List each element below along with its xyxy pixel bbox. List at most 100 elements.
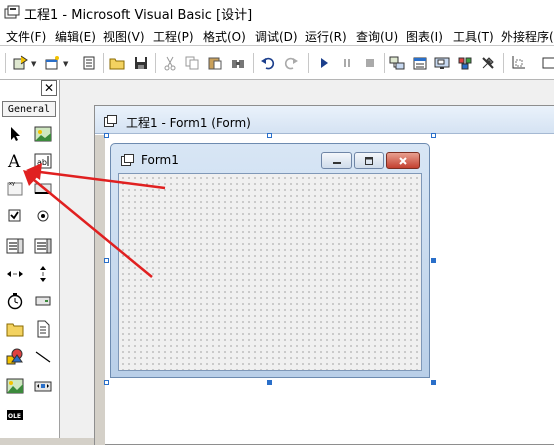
menu-file[interactable]: 文件(F) (6, 28, 46, 45)
break-icon (344, 59, 350, 67)
window-title: 工程1 - Microsoft Visual Basic [设计] (24, 8, 253, 23)
designer-title-bar[interactable]: 工程1 - Form1 (Form) (95, 106, 554, 134)
tool-image[interactable] (4, 375, 26, 397)
end-button[interactable] (361, 54, 379, 72)
object-browser-button[interactable] (456, 54, 474, 72)
tool-shape[interactable] (4, 346, 26, 368)
dirlistbox-icon (6, 323, 24, 337)
tool-vscrollbar[interactable] (32, 263, 54, 285)
textbox-icon: ab (34, 153, 52, 169)
drivelistbox-icon (35, 296, 51, 306)
tool-label[interactable]: A (4, 150, 26, 172)
add-form-icon (45, 56, 59, 70)
menu-run[interactable]: 运行(R) (305, 28, 347, 45)
toolbox-close-button[interactable]: ✕ (41, 80, 57, 96)
tool-data[interactable] (32, 375, 54, 397)
undo-button[interactable] (259, 54, 277, 72)
save-project-button[interactable] (132, 54, 150, 72)
pointer-icon (11, 127, 20, 141)
commandbutton-icon (34, 183, 52, 194)
tool-filelistbox[interactable] (32, 318, 54, 340)
add-project-button[interactable] (11, 54, 29, 72)
cut-icon (164, 56, 176, 71)
tool-checkbox[interactable] (4, 205, 26, 227)
start-icon (321, 58, 328, 68)
menu-debug[interactable]: 调试(D) (255, 28, 298, 45)
tool-timer[interactable] (4, 290, 26, 312)
size-indicator (540, 54, 554, 72)
tool-drivelistbox[interactable] (32, 290, 54, 312)
label-icon: A (7, 152, 21, 170)
menu-project[interactable]: 工程(P) (153, 28, 194, 45)
tool-optionbutton[interactable] (32, 205, 54, 227)
project-explorer-button[interactable] (388, 54, 406, 72)
designer-title: 工程1 - Form1 (Form) (126, 116, 251, 130)
form1-window[interactable]: Form1 (110, 143, 430, 378)
form-layout-icon (434, 57, 450, 69)
data-icon (34, 381, 52, 392)
find-button[interactable] (229, 54, 247, 72)
project-explorer-icon (389, 56, 405, 70)
optionbutton-icon (37, 210, 49, 222)
tool-combobox[interactable] (4, 235, 26, 257)
menu-editor-button[interactable] (80, 54, 98, 72)
hscrollbar-icon (7, 271, 23, 277)
cut-button[interactable] (161, 54, 179, 72)
listbox-icon (34, 238, 52, 254)
picturebox-icon (34, 126, 52, 142)
form-layout-button[interactable] (433, 54, 451, 72)
close-button[interactable] (386, 152, 420, 169)
line-icon (35, 351, 51, 363)
minimize-button[interactable] (321, 152, 352, 169)
toolbox-tab-general[interactable]: General (2, 101, 56, 117)
tool-picturebox[interactable] (32, 123, 54, 145)
tool-frame[interactable]: xy (4, 177, 26, 199)
menu-tools[interactable]: 工具(T) (453, 28, 494, 45)
redo-icon (284, 57, 298, 70)
undo-icon (261, 57, 275, 70)
menu-bar: 文件(F) 编辑(E) 视图(V) 工程(P) 格式(O) 调试(D) 运行(R… (0, 24, 554, 46)
tool-textbox[interactable]: ab (32, 150, 54, 172)
ole-icon: OLE (7, 410, 23, 420)
redo-button[interactable] (282, 54, 300, 72)
mdi-workspace: 工程1 - Form1 (Form) Form1 (60, 80, 554, 445)
add-form-button[interactable] (43, 54, 61, 72)
menu-query[interactable]: 查询(U) (356, 28, 398, 45)
tool-listbox[interactable] (32, 235, 54, 257)
tool-hscrollbar[interactable] (4, 263, 26, 285)
properties-window-button[interactable] (411, 54, 429, 72)
menu-edit[interactable]: 编辑(E) (55, 28, 96, 45)
svg-text:OLE: OLE (8, 413, 21, 420)
toolbox-panel: ✕ General A ab xy OLE (0, 80, 60, 438)
add-project-icon (13, 55, 28, 70)
copy-button[interactable] (183, 54, 201, 72)
standard-toolbar: ▼ ▼ (0, 46, 554, 80)
maximize-button[interactable] (354, 152, 384, 169)
resize-handle-top-left (104, 133, 109, 138)
tool-ole[interactable]: OLE (4, 404, 26, 426)
frame-icon: xy (7, 181, 23, 196)
tool-line[interactable] (32, 346, 54, 368)
position-icon (512, 56, 525, 69)
start-button[interactable] (315, 54, 333, 72)
tool-pointer[interactable] (4, 123, 26, 145)
resize-handle-bottom-right[interactable] (431, 380, 436, 385)
menu-format[interactable]: 格式(O) (203, 28, 246, 45)
paste-button[interactable] (206, 54, 224, 72)
tool-commandbutton[interactable] (32, 177, 54, 199)
close-icon (399, 156, 407, 165)
break-button[interactable] (338, 54, 356, 72)
menu-diagram[interactable]: 图表(I) (406, 28, 443, 45)
resize-handle-right[interactable] (431, 258, 436, 263)
toolbox-icon (482, 57, 494, 69)
tool-dirlistbox[interactable] (4, 318, 26, 340)
end-icon (366, 59, 374, 67)
svg-text:ab: ab (37, 158, 47, 167)
designer-left-border (95, 135, 105, 445)
resize-handle-bottom[interactable] (267, 380, 272, 385)
toolbox-button[interactable] (479, 54, 497, 72)
open-project-button[interactable] (108, 54, 126, 72)
menu-addins[interactable]: 外接程序( (501, 28, 554, 45)
form1-design-grid[interactable] (118, 173, 422, 371)
menu-view[interactable]: 视图(V) (103, 28, 145, 45)
